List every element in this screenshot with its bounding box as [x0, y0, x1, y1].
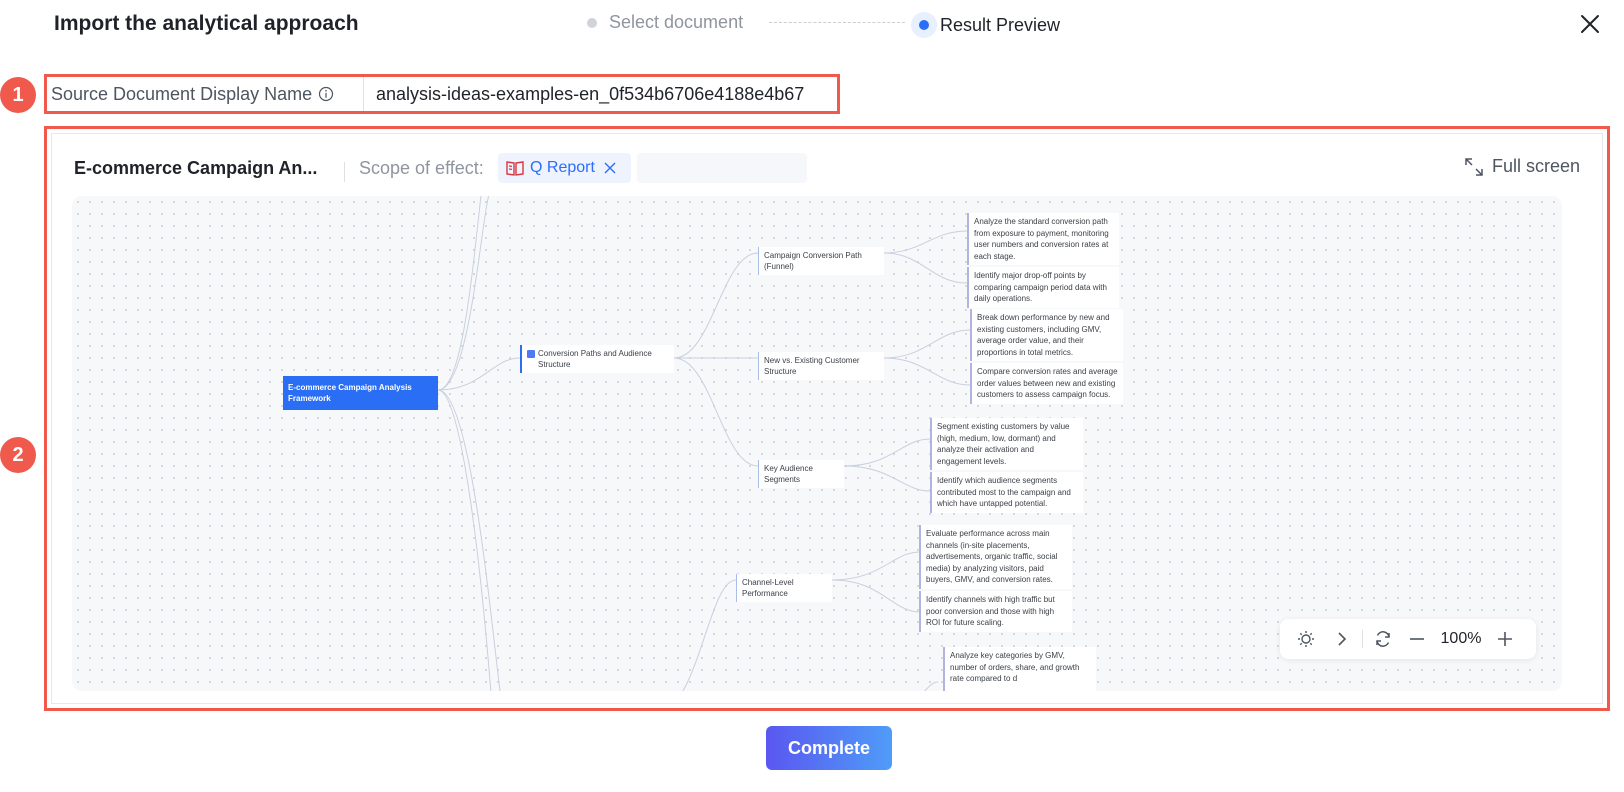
minus-icon [1410, 638, 1424, 640]
scope-tag[interactable]: Q Report [498, 153, 631, 183]
step-connector [769, 22, 905, 23]
preview-panel: E-commerce Campaign An... Scope of effec… [51, 133, 1603, 704]
source-name-label: Source Document Display Name [47, 77, 363, 111]
mindmap-canvas[interactable]: E-commerce Campaign Analysis Framework C… [72, 196, 1562, 691]
callout-badge-1: 1 [0, 77, 36, 113]
mindmap-leaf-node[interactable]: Identify major drop-off points by compar… [967, 267, 1119, 308]
mindmap-topic-node[interactable]: Campaign Conversion Path (Funnel) [758, 247, 884, 275]
remove-tag-icon[interactable] [603, 161, 617, 175]
step-result-preview[interactable]: Result Preview [911, 12, 1060, 38]
fullscreen-label: Full screen [1491, 156, 1580, 176]
theme-button[interactable] [1292, 625, 1320, 653]
step-label: Select document [609, 12, 744, 32]
mindmap-leaf-node[interactable]: Identify channels with high traffic but … [919, 591, 1072, 632]
mindmap-topic-node[interactable]: Channel-Level Performance [736, 574, 832, 602]
document-icon [527, 350, 535, 358]
zoom-in-button[interactable] [1491, 625, 1519, 653]
mindmap-branch-label: Conversion Paths and Audience Structure [538, 349, 652, 369]
scope-select-input[interactable] [637, 153, 807, 183]
zoom-level: 100% [1440, 630, 1482, 647]
step-select-document[interactable]: Select document [587, 12, 743, 33]
toolbar-divider [1362, 630, 1363, 648]
mindmap-leaf-node[interactable]: Evaluate performance across main channel… [919, 525, 1072, 589]
close-icon [1581, 15, 1599, 33]
fullscreen-icon [1465, 157, 1483, 176]
step-label: Result Preview [940, 14, 1061, 35]
mindmap-branch-node[interactable]: Conversion Paths and Audience Structure [520, 345, 674, 373]
mindmap-leaf-node[interactable]: Analyze the standard conversion path fro… [967, 213, 1119, 265]
mindmap-leaf-node[interactable]: Segment existing customers by value (hig… [930, 418, 1083, 470]
step-active-indicator [911, 12, 937, 38]
mindmap-leaf-node[interactable]: Analyze key categories by GMV, number of… [943, 647, 1096, 691]
chevron-right-icon [1338, 632, 1347, 646]
plus-icon [1498, 632, 1512, 646]
mindmap-leaf-node[interactable]: Compare conversion rates and average ord… [970, 363, 1123, 404]
zoom-out-button[interactable] [1403, 625, 1431, 653]
mindmap-topic-node[interactable]: Key Audience Segments [758, 460, 844, 488]
source-name-label-text: Source Document Display Name [51, 83, 313, 104]
preview-title: E-commerce Campaign An... [74, 158, 318, 178]
bulb-icon [1298, 631, 1314, 647]
fullscreen-button[interactable]: Full screen [1464, 156, 1580, 177]
mindmap-leaf-node[interactable]: Identify which audience segments contrib… [930, 472, 1083, 513]
preview-frame: E-commerce Campaign An... Scope of effec… [44, 126, 1610, 711]
reset-view-button[interactable] [1369, 625, 1397, 653]
close-button[interactable] [1578, 12, 1602, 36]
scope-tag-label: Q Report [530, 159, 595, 176]
mindmap-root-node[interactable]: E-commerce Campaign Analysis Framework [283, 376, 438, 410]
callout-badge-2: 2 [0, 437, 36, 473]
complete-button[interactable]: Complete [766, 726, 892, 770]
source-name-row: Source Document Display Name [44, 74, 840, 114]
canvas-toolbar: 100% [1280, 619, 1536, 659]
mindmap-leaf-node[interactable]: Break down performance by new and existi… [970, 309, 1123, 361]
report-book-icon [506, 161, 524, 176]
expand-button[interactable] [1328, 625, 1356, 653]
dialog-title: Import the analytical approach [54, 12, 359, 35]
source-name-input[interactable] [363, 77, 837, 111]
divider [344, 162, 345, 182]
step-dot [587, 17, 597, 28]
refresh-icon [1376, 631, 1390, 647]
mindmap-topic-node[interactable]: New vs. Existing Customer Structure [758, 352, 884, 380]
scope-label: Scope of effect: [359, 158, 484, 178]
info-icon[interactable] [318, 86, 334, 102]
